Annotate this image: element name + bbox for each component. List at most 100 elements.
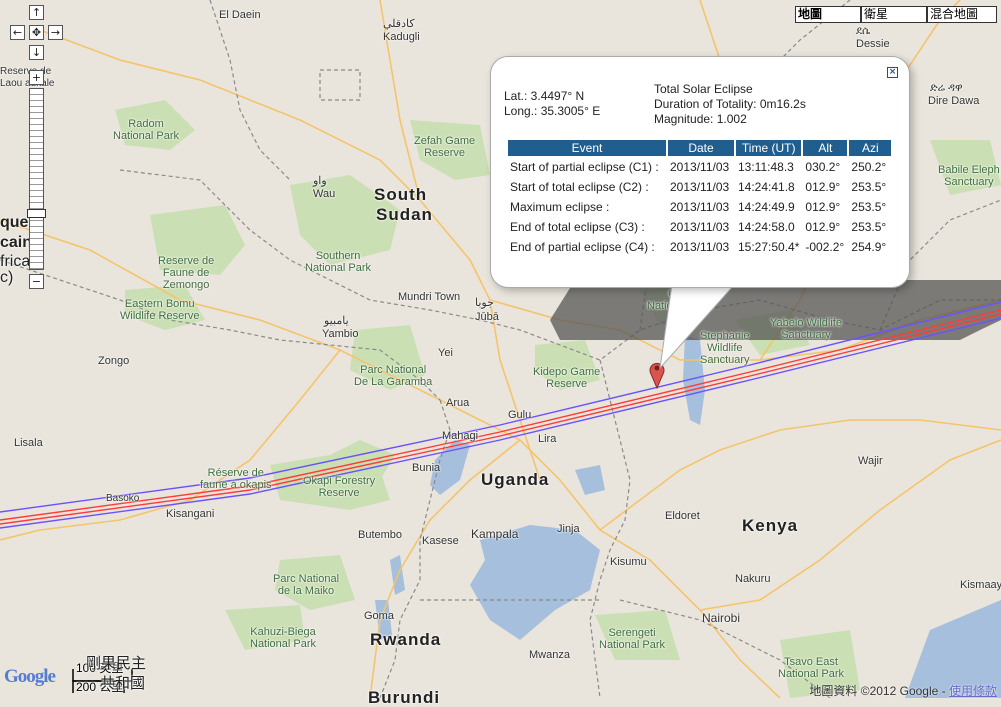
park-label: Reserve de Faune de Zemongo [158, 255, 215, 291]
park-label: Réserve de faune à okapis [200, 467, 272, 491]
place-label: جوبا [475, 297, 494, 309]
zoom-slider[interactable] [27, 88, 46, 270]
terms-of-use-link[interactable]: 使用條款 [949, 684, 997, 698]
latitude-text: Lat.: 3.4497° N [504, 89, 585, 103]
park-label: Kidepo Game Reserve [533, 366, 601, 390]
date-cell: 2013/11/03 [670, 240, 730, 254]
azi-cell: 254.9° [851, 240, 887, 254]
column-header: Time (UT) [736, 140, 802, 156]
event-cell: Maximum eclipse : [510, 200, 610, 214]
pan-right-button[interactable]: → [48, 25, 63, 40]
country-label-car: que [0, 214, 29, 231]
eclipse-title: Total Solar Eclipse [654, 82, 753, 96]
place-label: Kismaayo [960, 579, 1001, 591]
table-header-row: Event Date Time (UT) Alt Azi [508, 140, 892, 156]
park-label: Eastern Bomu Wildlife Reserve [120, 298, 200, 322]
close-icon[interactable]: × [887, 67, 898, 78]
time-cell: 14:24:58.0 [738, 220, 795, 234]
place-label: Bunia [412, 462, 441, 474]
pan-center-button[interactable]: ✥ [29, 25, 44, 40]
park-label: Parc National de la Maiko [273, 573, 340, 597]
date-cell: 2013/11/03 [670, 200, 730, 214]
park-label: Yabelo Wildlife Sanctuary [770, 317, 842, 341]
place-label: El Daein [219, 9, 261, 21]
alt-cell: 030.2° [805, 160, 841, 174]
alt-cell: 012.9° [805, 200, 841, 214]
country-label-uganda: Uganda [481, 470, 550, 489]
place-label: Kasese [422, 535, 459, 547]
country-label-south-sudan: Sudan [376, 205, 433, 224]
place-label: Yambio [322, 328, 359, 340]
pan-up-button[interactable]: ↑ [29, 5, 44, 20]
column-header: Date [668, 140, 734, 156]
country-label-south-sudan: South [374, 185, 428, 204]
place-label: Mwanza [529, 649, 570, 661]
time-cell: 15:27:50.4* [738, 240, 800, 254]
park-label: Omo National Park [647, 288, 714, 312]
country-label-rwanda: Rwanda [370, 630, 442, 649]
date-cell: 2013/11/03 [670, 160, 730, 174]
park-label: Parc National De La Garamba [354, 364, 433, 388]
place-label: Kampala [471, 527, 519, 541]
place-label: Kadugli [383, 31, 420, 43]
place-label: Wau [313, 188, 336, 200]
place-label: Nairobi [702, 611, 741, 625]
place-label: ደሴ [856, 25, 871, 37]
place-label: Kisumu [610, 556, 647, 568]
map-type-satellite-button[interactable]: 衛星 [861, 6, 927, 23]
country-label-drc: 剛果民主 [86, 655, 147, 672]
map-type-map-button[interactable]: 地圖 [795, 6, 861, 23]
place-label: Lisala [14, 437, 43, 449]
place-label: Mundri Town [398, 291, 461, 303]
time-cell: 13:11:48.3 [738, 160, 794, 174]
park-label: Babile Eleph Sanctuary [938, 164, 1000, 188]
place-label: Jinja [557, 523, 580, 535]
date-cell: 2013/11/03 [670, 220, 730, 234]
place-label: Dessie [856, 38, 890, 50]
pan-down-button[interactable]: ↓ [29, 45, 44, 60]
zoom-out-button[interactable]: − [29, 274, 44, 289]
event-cell: Start of total eclipse (C2) : [510, 180, 649, 194]
park-label: Serengeti National Park [599, 627, 666, 651]
time-cell: 14:24:49.9 [738, 200, 795, 214]
time-cell: 14:24:41.8 [738, 180, 795, 194]
table-row: End of partial eclipse (C4) : 2013/11/03… [508, 238, 891, 256]
place-label: Kisangani [166, 508, 215, 520]
column-header: Alt [803, 140, 848, 156]
table-row: Maximum eclipse : 2013/11/03 14:24:49.9 … [508, 198, 891, 216]
event-cell: Start of partial eclipse (C1) : [510, 160, 659, 174]
azi-cell: 253.5° [851, 220, 887, 234]
place-label: Mahagi [442, 430, 479, 442]
place-label: واو [313, 175, 327, 187]
place-label: Jūbā [475, 311, 499, 323]
table-row: Start of total eclipse (C2) : 2013/11/03… [508, 178, 891, 196]
country-label-drc: 共和國 [100, 675, 146, 692]
azi-cell: 253.5° [851, 180, 887, 194]
country-label-car: c) [0, 269, 14, 286]
event-cell: End of partial eclipse (C4) : [510, 240, 655, 254]
attribution-text: 地圖資料 ©2012 Google - [809, 684, 949, 698]
google-logo[interactable]: Google [4, 666, 56, 688]
place-label: كادقلي [383, 18, 415, 30]
map-type-hybrid-button[interactable]: 混合地圖 [927, 6, 997, 23]
zoom-in-button[interactable]: + [29, 70, 44, 85]
place-label: Wajir [858, 455, 883, 467]
place-label: Gulu [508, 409, 532, 421]
map-attribution: 地圖資料 ©2012 Google - 使用條款 [809, 682, 997, 699]
table-row: Start of partial eclipse (C1) : 2013/11/… [508, 158, 891, 176]
azi-cell: 253.5° [851, 200, 887, 214]
park-label: Zefah Game Reserve [414, 135, 476, 159]
park-label: Radom National Park [113, 118, 180, 142]
place-label: Lira [538, 433, 557, 445]
pan-left-button[interactable]: ← [10, 25, 25, 40]
place-label: Eldoret [665, 510, 700, 522]
place-label: Butembo [358, 529, 403, 541]
eclipse-magnitude: Magnitude: 1.002 [654, 112, 747, 126]
park-label: Tsavo East National Park [778, 656, 845, 680]
place-label: Goma [364, 610, 394, 622]
zoom-slider-handle[interactable] [27, 209, 46, 218]
country-label-kenya: Kenya [742, 516, 799, 535]
place-label: Reserve de Laou aukale [0, 66, 55, 89]
park-label: Kahuzi-Biega National Park [250, 626, 317, 650]
place-label: Basoko [106, 493, 140, 504]
